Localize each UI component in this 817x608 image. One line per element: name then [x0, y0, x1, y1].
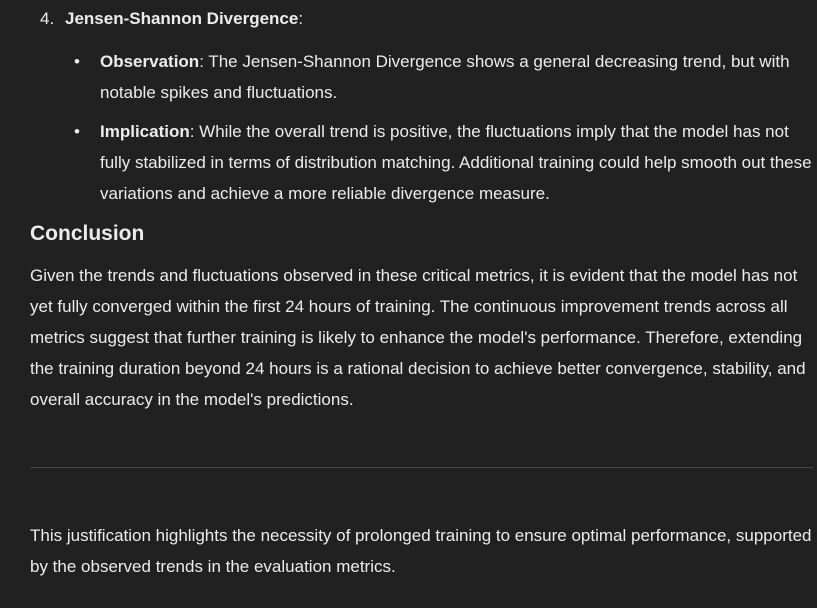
- bullet-text: : The Jensen-Shannon Divergence shows a …: [100, 52, 790, 102]
- footer-note: This justification highlights the necess…: [30, 526, 812, 576]
- bullet-dot-icon: •: [74, 122, 80, 141]
- item-title: Jensen-Shannon Divergence: [65, 9, 299, 28]
- item-title-colon: :: [298, 9, 304, 28]
- bullet-implication: • Implication: While the overall trend i…: [70, 116, 813, 209]
- item-number: 4.: [40, 9, 55, 28]
- bullet-text: : While the overall trend is positive, t…: [100, 122, 812, 203]
- bullet-term: Implication: [100, 122, 190, 141]
- section-divider: [30, 467, 813, 468]
- bullet-dot-icon: •: [74, 52, 80, 71]
- bullet-term: Observation: [100, 52, 200, 71]
- message-content: 4. Jensen-Shannon Divergence: • Observat…: [30, 3, 813, 582]
- numbered-item-jensen-shannon: 4. Jensen-Shannon Divergence:: [40, 3, 813, 34]
- bullet-list: • Observation: The Jensen-Shannon Diverg…: [30, 46, 813, 209]
- bullet-observation: • Observation: The Jensen-Shannon Diverg…: [70, 46, 813, 108]
- conclusion-heading: Conclusion: [30, 222, 145, 245]
- conclusion-paragraph: Given the trends and fluctuations observ…: [30, 266, 806, 409]
